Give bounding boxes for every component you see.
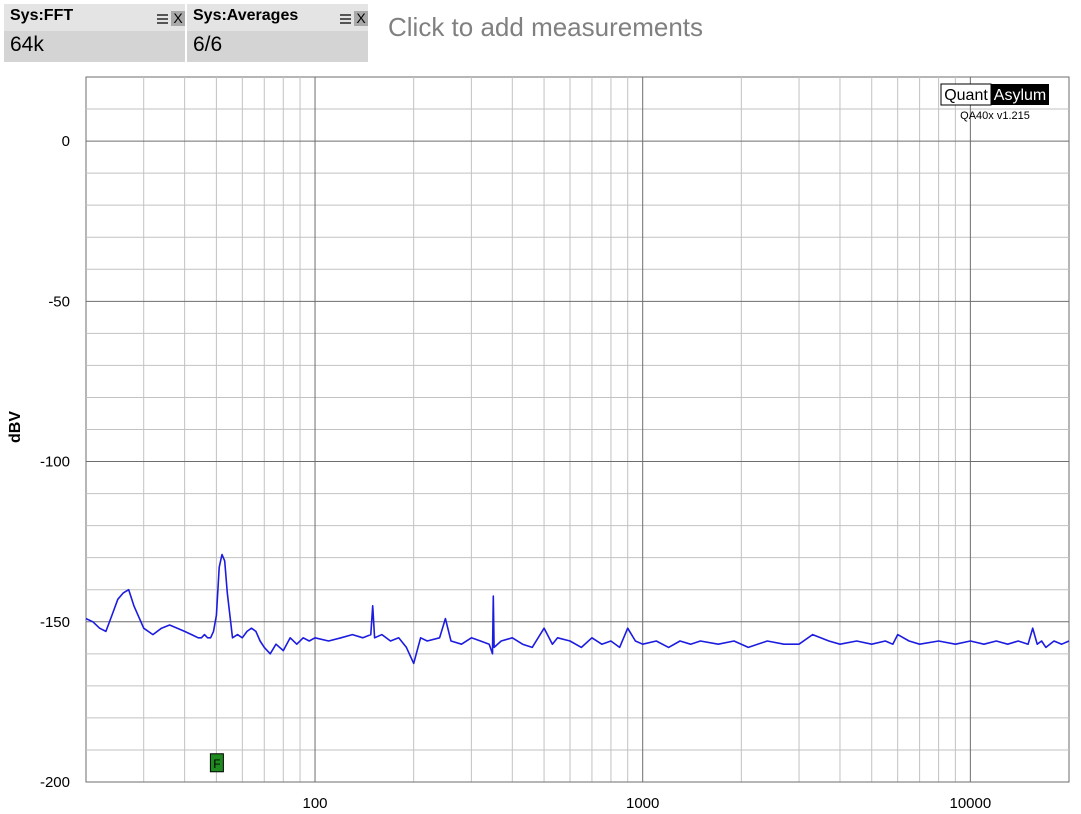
logo-right-text: Asylum <box>994 87 1046 104</box>
y-tick-label: -200 <box>40 774 70 791</box>
logo-version: QA40x v1.215 <box>960 110 1030 122</box>
y-tick-label: -150 <box>40 614 70 631</box>
x-tick-label: 100 <box>303 795 328 812</box>
fft-chart[interactable]: 100 1000 10000 0 -50 -100 -150 -200 dBV F Quant… <box>0 0 1081 814</box>
y-tick-label: -100 <box>40 454 70 471</box>
y-tick-label: 0 <box>62 133 70 150</box>
marker-label: F <box>213 757 220 771</box>
x-tick-label: 10000 <box>950 795 992 812</box>
logo-left-text: Quant <box>944 87 988 104</box>
y-tick-label: -50 <box>48 293 70 310</box>
chart-grid <box>85 76 1070 783</box>
fundamental-marker: F <box>209 753 224 773</box>
x-tick-label: 1000 <box>626 795 659 812</box>
y-axis-title: dBV <box>7 411 24 443</box>
